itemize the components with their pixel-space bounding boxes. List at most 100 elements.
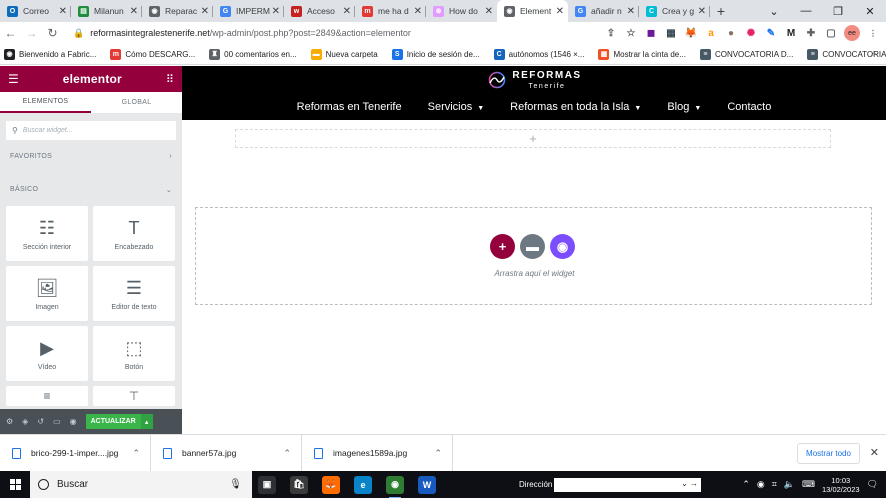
close-downloads-icon[interactable]: ✕: [870, 446, 879, 459]
site-nav-item[interactable]: Reformas en toda la Isla ▼: [510, 101, 641, 113]
tab-elements[interactable]: ELEMENTOS: [0, 92, 91, 113]
responsive-mode-icon[interactable]: ▭: [53, 417, 61, 426]
store-icon[interactable]: 🛍: [290, 475, 308, 494]
star-icon[interactable]: ☆: [624, 26, 638, 40]
site-nav-item[interactable]: Reformas en Tenerife: [297, 101, 402, 113]
tab-close-icon[interactable]: ✕: [201, 6, 209, 17]
site-logo[interactable]: REFORMAS Tenerife: [486, 70, 581, 90]
network-icon[interactable]: ⌗: [772, 479, 777, 490]
close-window-button[interactable]: ✕: [854, 0, 886, 22]
navigator-layers-icon[interactable]: ◈: [22, 417, 28, 426]
chrome-icon[interactable]: ◉: [386, 475, 404, 498]
lock-icon[interactable]: 🔒: [73, 28, 84, 39]
widget-text-editor[interactable]: ☰ Editor de texto: [93, 266, 175, 321]
url-field[interactable]: reformasintegralestenerife.net/wp-admin/…: [90, 28, 411, 38]
tab-search-chevron-icon[interactable]: ⌄: [758, 0, 790, 22]
tab-global[interactable]: GLOBAL: [91, 92, 182, 113]
download-options-caret-icon[interactable]: ⌃: [434, 448, 442, 459]
pen-icon[interactable]: ✎: [764, 26, 778, 40]
cookie-icon[interactable]: ●: [724, 26, 738, 40]
browser-tab[interactable]: Gañadir n ✕: [568, 0, 639, 22]
metamask-icon[interactable]: 🦊: [684, 26, 698, 40]
favorites-section[interactable]: FAVORITOS ›: [10, 140, 172, 173]
basic-section[interactable]: BÁSICO ⌄: [10, 173, 172, 206]
back-button[interactable]: ←: [0, 26, 21, 40]
keyboard-icon[interactable]: ⌨: [802, 479, 815, 490]
widgets-grid-icon[interactable]: ⠿: [166, 73, 174, 86]
widget-image[interactable]: 🖼 Imagen: [6, 266, 88, 321]
address-go-icon[interactable]: ⌄ →: [681, 479, 698, 488]
history-icon[interactable]: ↺: [37, 417, 44, 426]
download-item[interactable]: brico-299-1-imper....jpg ⌃: [0, 434, 151, 472]
browser-tab[interactable]: ⊛ How do ✕: [426, 0, 497, 22]
reload-button[interactable]: ↻: [42, 26, 63, 40]
volume-icon[interactable]: 🔈: [784, 479, 795, 490]
bookmark-item[interactable]: Cautónomos (1546 ×...: [493, 48, 584, 60]
minimize-button[interactable]: —: [790, 0, 822, 22]
tab-close-icon[interactable]: ✕: [414, 6, 422, 17]
browser-tab[interactable]: ◉ Reparac ✕: [142, 0, 213, 22]
new-tab-button[interactable]: +: [710, 0, 732, 22]
puzzle-icon[interactable]: ✚: [804, 26, 818, 40]
more-menu-icon[interactable]: ⋮: [866, 26, 880, 40]
tray-app-icon[interactable]: ◉: [757, 479, 765, 490]
drop-zone[interactable]: + ▬ ◉ Arrastra aquí el widget: [195, 207, 872, 305]
widget-partial[interactable]: ⊤: [93, 386, 175, 406]
ext-purple-icon[interactable]: ◼: [644, 26, 658, 40]
add-header-section[interactable]: +: [235, 129, 831, 148]
firefox-icon[interactable]: 🦊: [322, 475, 340, 494]
browser-tab[interactable]: w Acceso ✕: [284, 0, 355, 22]
bookmark-item[interactable]: ♜ 00 comentarios en...: [209, 48, 297, 60]
tab-close-icon[interactable]: ✕: [485, 6, 493, 17]
bookmark-item[interactable]: ◉ Bienvenido a Fabric...: [4, 48, 96, 60]
update-button[interactable]: ACTUALIZAR: [85, 414, 141, 429]
clock[interactable]: 10:03 13/02/2023: [822, 476, 860, 494]
forward-button[interactable]: →: [21, 26, 42, 40]
taskbar-search[interactable]: Buscar 🎙: [30, 471, 252, 498]
browser-tab[interactable]: ▤ Milanun ✕: [71, 0, 142, 22]
bookmarks-more-button[interactable]: »: [870, 48, 876, 59]
browser-tab[interactable]: O Correo ✕: [0, 0, 71, 22]
ai-builder-button[interactable]: ◉: [550, 234, 575, 259]
download-item[interactable]: imagenes1589a.jpg ⌃: [302, 434, 453, 472]
tab-close-icon[interactable]: ✕: [343, 6, 351, 17]
tab-close-icon[interactable]: ✕: [272, 6, 280, 17]
browser-tab[interactable]: m me ha d ✕: [355, 0, 426, 22]
bookmark-item[interactable]: ▦ Mostrar la cinta de...: [598, 48, 686, 60]
share-icon[interactable]: ⇪: [604, 26, 618, 40]
widget-video[interactable]: ▶ Vídeo: [6, 326, 88, 381]
widget-inner-section[interactable]: ☷ Sección interior: [6, 206, 88, 261]
bookmark-item[interactable]: ▬ Nueva carpeta: [310, 48, 378, 60]
browser-tab[interactable]: C Crea y g ✕: [639, 0, 710, 22]
profile-avatar[interactable]: ee: [844, 25, 860, 41]
show-all-downloads-button[interactable]: Mostrar todo: [797, 443, 860, 464]
download-item[interactable]: banner57a.jpg ⌃: [151, 434, 302, 472]
widget-search-input[interactable]: ⚲ Buscar widget...: [6, 121, 176, 140]
bookmark-item[interactable]: m Cómo DESCARG...: [110, 48, 195, 60]
widget-button[interactable]: ⬚ Botón: [93, 326, 175, 381]
browser-tab[interactable]: ◉ Element ✕: [497, 0, 568, 22]
sidepanel-icon[interactable]: ▢: [824, 26, 838, 40]
add-template-button[interactable]: ▬: [520, 234, 545, 259]
ext-grid-icon[interactable]: ▦: [664, 26, 678, 40]
word-icon[interactable]: W: [418, 475, 436, 494]
amazon-icon[interactable]: a: [704, 26, 718, 40]
update-options-caret-icon[interactable]: ▴: [140, 414, 153, 429]
chevron-up-icon[interactable]: ⌃: [742, 479, 750, 490]
widget-heading[interactable]: T Encabezado: [93, 206, 175, 261]
site-nav-item[interactable]: Contacto: [727, 101, 771, 113]
notifications-icon[interactable]: 🗨: [867, 479, 878, 490]
bookmark-item[interactable]: S Inicio de sesión de...: [391, 48, 480, 60]
m-icon[interactable]: M: [784, 26, 798, 40]
address-toolbar-input[interactable]: ⌄ →: [554, 478, 701, 492]
download-options-caret-icon[interactable]: ⌃: [283, 448, 291, 459]
add-section-button[interactable]: +: [490, 234, 515, 259]
settings-gear-icon[interactable]: ⚙: [6, 417, 13, 426]
edge-icon[interactable]: e: [354, 475, 372, 494]
tab-close-icon[interactable]: ✕: [698, 6, 706, 17]
microphone-icon[interactable]: 🎙: [229, 479, 242, 490]
preview-eye-icon[interactable]: ◉: [70, 417, 77, 426]
colorwheel-icon[interactable]: ✺: [744, 26, 758, 40]
tab-close-icon[interactable]: ✕: [59, 6, 67, 17]
tab-close-icon[interactable]: ✕: [130, 6, 138, 17]
